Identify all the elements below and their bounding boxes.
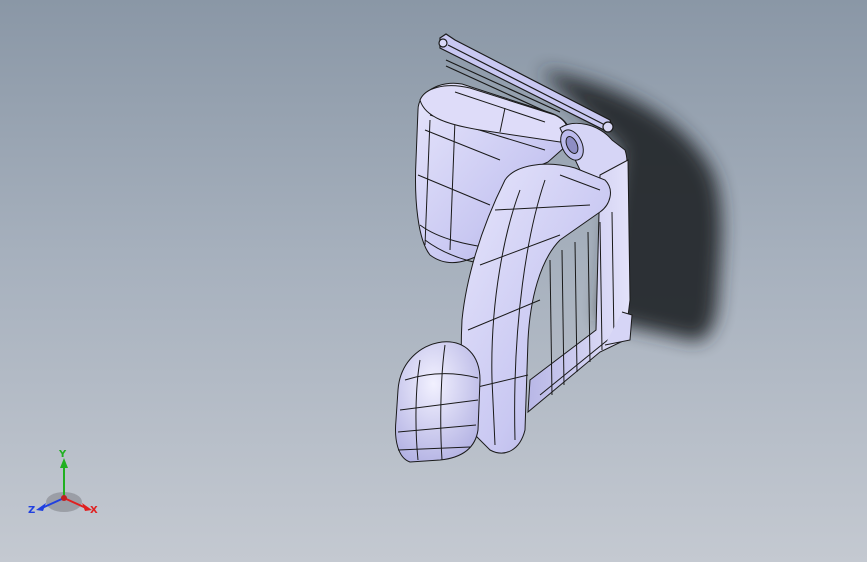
- triad-graphic: [36, 458, 92, 512]
- coordinate-triad: Y X Z: [24, 448, 108, 528]
- front-lobe: [395, 341, 481, 463]
- model-view[interactable]: [0, 0, 867, 562]
- graphics-viewport[interactable]: Y X Z: [0, 0, 867, 562]
- z-axis-arrow: [36, 503, 46, 511]
- x-axis-label: X: [90, 505, 98, 516]
- y-axis-label: Y: [59, 449, 67, 460]
- z-axis-label: Z: [28, 505, 36, 516]
